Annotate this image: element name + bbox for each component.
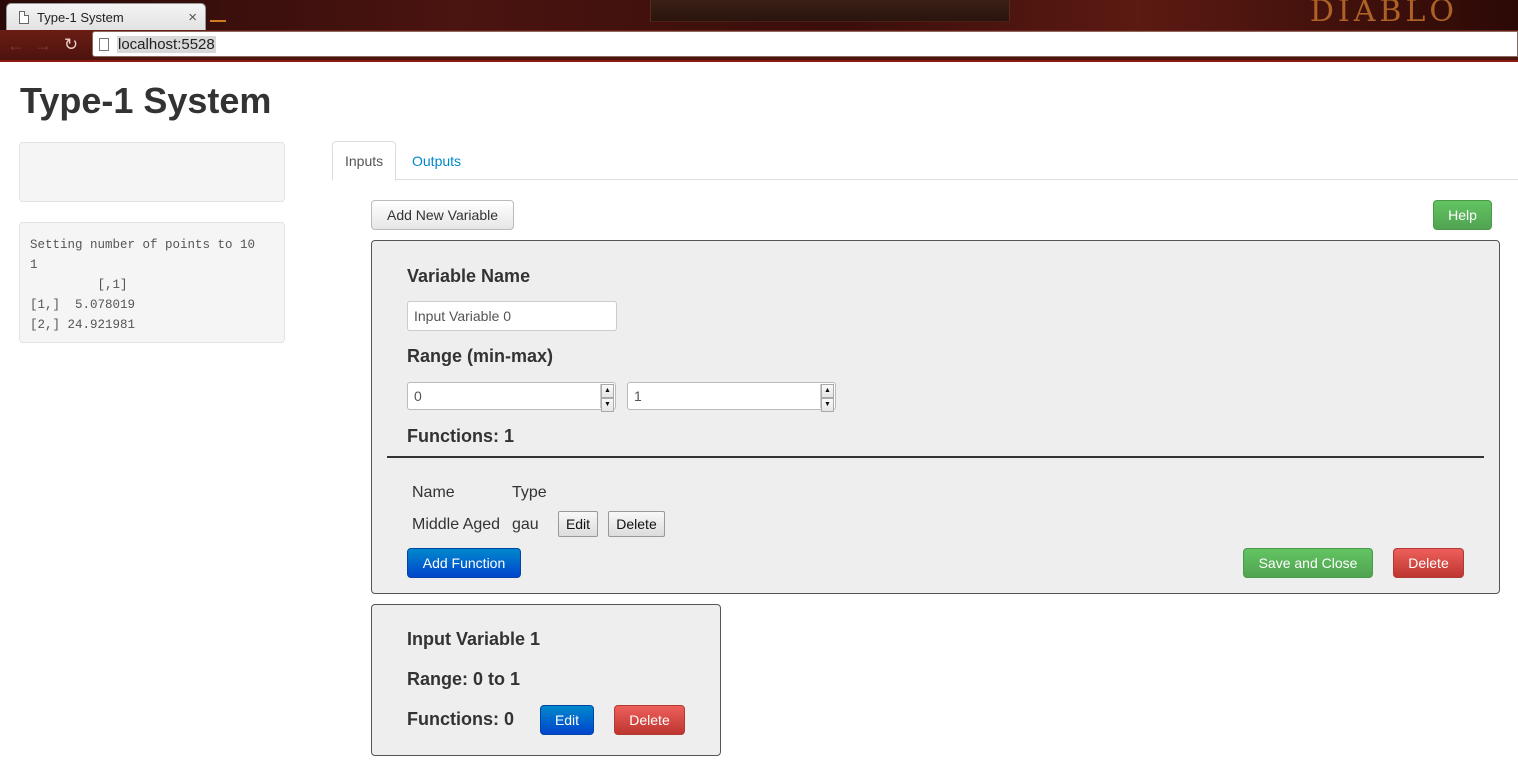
- column-header-type: Type: [512, 484, 547, 501]
- browser-tab-title: Type-1 System: [37, 9, 124, 25]
- tab-bar: Inputs Outputs: [332, 141, 1518, 181]
- theme-artwork: [650, 0, 1010, 22]
- edit-function-button[interactable]: Edit: [558, 511, 598, 537]
- tab-inputs[interactable]: Inputs: [332, 141, 397, 181]
- variable-card-functions: Functions: 0: [407, 709, 514, 729]
- range-max-value: 1: [634, 388, 642, 404]
- range-min-value: 0: [414, 388, 422, 404]
- forward-arrow-icon[interactable]: →: [33, 35, 53, 55]
- close-tab-icon[interactable]: ×: [188, 9, 197, 26]
- function-name: Middle Aged: [412, 516, 501, 533]
- add-new-variable-button[interactable]: Add New Variable: [371, 200, 514, 230]
- range-min-input[interactable]: 0 ▲ ▼: [407, 382, 616, 412]
- delete-function-button[interactable]: Delete: [608, 511, 665, 537]
- range-label: Range (min-max): [407, 346, 554, 366]
- variable-card-name: Input Variable 1: [407, 629, 541, 649]
- browser-chrome: DIABLO Type-1 System × ← → ↻ localhost:5…: [0, 0, 1518, 62]
- variable-name-label: Variable Name: [407, 266, 531, 286]
- range-max-input[interactable]: 1 ▲ ▼: [627, 382, 836, 412]
- browser-tab[interactable]: Type-1 System ×: [6, 3, 206, 30]
- column-header-name: Name: [412, 484, 455, 501]
- new-tab-button[interactable]: [210, 14, 226, 22]
- toolbar-divider: [0, 60, 1518, 62]
- spinner-down-icon[interactable]: ▼: [601, 398, 614, 412]
- function-type: gau: [512, 516, 539, 533]
- variable-name-input[interactable]: Input Variable 0: [407, 301, 617, 331]
- page-icon: [99, 37, 109, 51]
- help-button[interactable]: Help: [1433, 200, 1492, 230]
- spinner-up-icon[interactable]: ▲: [601, 384, 614, 398]
- delete-variable-card-button[interactable]: Delete: [614, 705, 685, 735]
- variable-editor-panel: Variable Name Input Variable 0 Range (mi…: [371, 240, 1500, 594]
- spinner-up-icon[interactable]: ▲: [821, 384, 834, 398]
- reload-icon[interactable]: ↻: [61, 35, 81, 55]
- functions-count-label: Functions: 1: [407, 426, 514, 446]
- theme-logo: DIABLO: [1309, 0, 1458, 29]
- address-bar[interactable]: localhost:5528: [92, 31, 1518, 57]
- range-max-spinner[interactable]: ▲ ▼: [820, 384, 834, 412]
- document-icon: [19, 10, 29, 24]
- tab-strip: DIABLO Type-1 System ×: [0, 0, 1518, 30]
- variable-card: Input Variable 1 Range: 0 to 1 Functions…: [371, 604, 721, 756]
- functions-divider: [387, 456, 1484, 458]
- edit-variable-button[interactable]: Edit: [540, 705, 594, 735]
- delete-variable-button[interactable]: Delete: [1393, 548, 1464, 578]
- variable-card-range: Range: 0 to 1: [407, 669, 521, 689]
- url-text[interactable]: localhost:5528: [117, 35, 216, 53]
- save-and-close-button[interactable]: Save and Close: [1243, 548, 1373, 578]
- console-output: Setting number of points to 10 1 [,1] [1…: [19, 222, 285, 343]
- back-arrow-icon[interactable]: ←: [6, 35, 26, 55]
- sidebar-empty-well: [19, 142, 285, 202]
- add-function-button[interactable]: Add Function: [407, 548, 521, 578]
- tab-outputs[interactable]: Outputs: [400, 141, 473, 180]
- page-title: Type-1 System: [20, 80, 272, 121]
- spinner-down-icon[interactable]: ▼: [821, 398, 834, 412]
- range-min-spinner[interactable]: ▲ ▼: [600, 384, 614, 412]
